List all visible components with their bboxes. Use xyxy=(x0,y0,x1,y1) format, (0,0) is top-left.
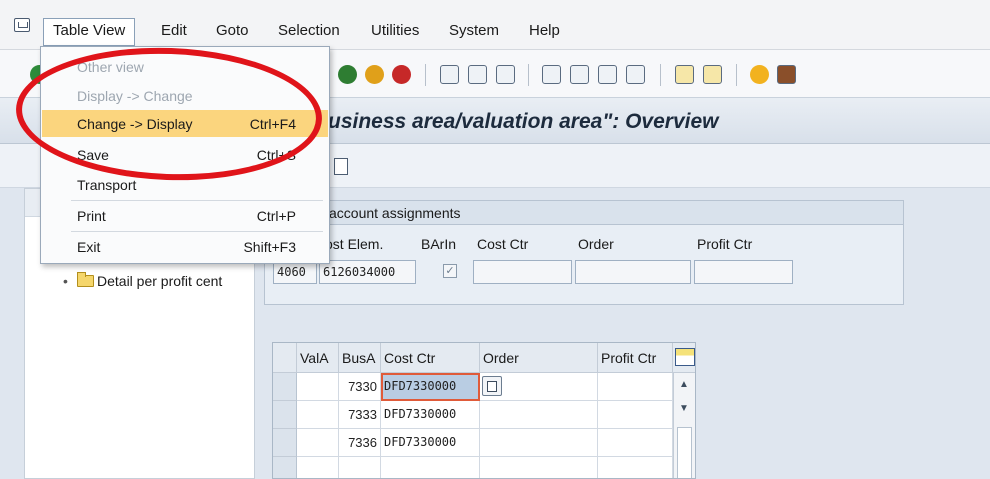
cost-center-field[interactable] xyxy=(473,260,572,284)
menu-item-exit[interactable]: Exit Shift+F3 xyxy=(42,233,328,260)
barin-label: BArIn xyxy=(421,236,457,252)
menu-system[interactable]: System xyxy=(449,22,499,39)
print-icon[interactable] xyxy=(440,65,459,84)
new-session-icon[interactable] xyxy=(675,65,694,84)
row-selector[interactable] xyxy=(273,373,297,401)
barin-checkbox[interactable]: ✓ xyxy=(443,264,457,278)
tree-bullet: • xyxy=(63,273,68,289)
table-cell-empty[interactable] xyxy=(339,457,381,478)
group-title-bar: account assignments xyxy=(265,201,903,225)
scroll-track[interactable] xyxy=(677,427,692,478)
toolbar-separator xyxy=(736,64,737,86)
table-cell-busa[interactable]: 7333 xyxy=(339,401,381,429)
column-header-order[interactable]: Order xyxy=(480,343,598,373)
layout-icon[interactable] xyxy=(777,65,796,84)
menu-item-shortcut: Shift+F3 xyxy=(243,239,296,255)
next-page-icon[interactable] xyxy=(598,65,617,84)
group-title: account assignments xyxy=(329,205,461,221)
table-cell-order[interactable] xyxy=(480,401,598,429)
table-settings-icon[interactable] xyxy=(675,348,695,366)
help-icon[interactable] xyxy=(750,65,769,84)
table-cell-profit-ctr[interactable] xyxy=(598,373,673,401)
shortcut-icon[interactable] xyxy=(703,65,722,84)
page-title: usiness area/valuation area": Overview xyxy=(328,110,719,133)
table-cell-empty[interactable] xyxy=(381,457,480,478)
menu-item-label: Exit xyxy=(77,239,101,255)
profit-center-field[interactable] xyxy=(694,260,793,284)
menu-selection[interactable]: Selection xyxy=(278,22,340,39)
previous-page-icon[interactable] xyxy=(570,65,589,84)
order-label: Order xyxy=(578,236,614,252)
table-cell-empty[interactable] xyxy=(480,457,598,478)
toolbar-separator xyxy=(425,64,426,86)
table-cell-profit-ctr[interactable] xyxy=(598,401,673,429)
find-icon[interactable] xyxy=(468,65,487,84)
table-cell-profit-ctr[interactable] xyxy=(598,429,673,457)
row-selector[interactable] xyxy=(273,457,297,478)
column-header-busa[interactable]: BusA xyxy=(339,343,381,373)
menu-item-print[interactable]: Print Ctrl+P xyxy=(42,202,328,229)
cost-element-field[interactable]: 6126034000 xyxy=(319,260,416,284)
table-cell-busa[interactable]: 7330 xyxy=(339,373,381,401)
table-cell-empty[interactable] xyxy=(598,457,673,478)
assignment-table: ValA BusA Cost Ctr Order Profit Ctr 7330… xyxy=(272,342,696,479)
folder-icon xyxy=(77,272,94,287)
table-cell-vala[interactable] xyxy=(297,401,339,429)
menu-bar: Table View Edit Goto Selection Utilities… xyxy=(0,0,990,50)
table-cell-busa[interactable]: 7336 xyxy=(339,429,381,457)
menu-item-label: Transport xyxy=(77,177,137,193)
scroll-down-icon[interactable]: ▼ xyxy=(679,403,689,414)
table-cell-empty[interactable] xyxy=(297,457,339,478)
cost-center-label: Cost Ctr xyxy=(477,236,529,252)
back-icon[interactable] xyxy=(338,65,357,84)
find-next-icon[interactable] xyxy=(496,65,515,84)
profit-center-label: Profit Ctr xyxy=(697,236,753,252)
table-vertical-scrollbar[interactable]: ▲ ▼ xyxy=(673,373,695,478)
menu-utilities[interactable]: Utilities xyxy=(371,22,419,39)
menu-edit[interactable]: Edit xyxy=(161,22,187,39)
column-header-profit-ctr[interactable]: Profit Ctr xyxy=(598,343,673,373)
table-cell-vala[interactable] xyxy=(297,429,339,457)
row-selector[interactable] xyxy=(273,429,297,457)
table-cell-cost-ctr[interactable]: DFD7330000 xyxy=(381,429,480,457)
table-settings-header xyxy=(673,343,695,373)
last-page-icon[interactable] xyxy=(626,65,645,84)
row-selector-header[interactable] xyxy=(273,343,297,373)
menu-help[interactable]: Help xyxy=(529,22,560,39)
column-header-vala[interactable]: ValA xyxy=(297,343,339,373)
table-cell-vala[interactable] xyxy=(297,373,339,401)
menu-item-shortcut: Ctrl+P xyxy=(256,208,296,224)
menu-table-view[interactable]: Table View xyxy=(43,18,136,46)
toolbar-separator xyxy=(660,64,661,86)
menu-item-label: Print xyxy=(77,208,106,224)
table-cell-order[interactable] xyxy=(480,429,598,457)
exit-icon[interactable] xyxy=(365,65,384,84)
tree-node-detail-per-profit-center[interactable]: • Detail per profit cent xyxy=(63,272,223,289)
document-icon[interactable] xyxy=(334,158,348,175)
value-help-button[interactable] xyxy=(482,376,502,396)
table-cell-cost-ctr[interactable]: DFD7330000 xyxy=(381,373,480,401)
menu-goto[interactable]: Goto xyxy=(216,22,249,39)
column-header-cost-ctr[interactable]: Cost Ctr xyxy=(381,343,480,373)
cancel-icon[interactable] xyxy=(392,65,411,84)
row-selector[interactable] xyxy=(273,401,297,429)
menu-separator xyxy=(71,200,323,201)
table-cell-cost-ctr[interactable]: DFD7330000 xyxy=(381,401,480,429)
toolbar-separator xyxy=(528,64,529,86)
tree-node-label: Detail per profit cent xyxy=(97,273,223,289)
scroll-up-icon[interactable]: ▲ xyxy=(679,379,689,390)
account-assignments-group: account assignments ost Elem. BArIn Cost… xyxy=(264,200,904,305)
order-field[interactable] xyxy=(575,260,691,284)
menu-separator xyxy=(71,231,323,232)
cost-element-label: ost Elem. xyxy=(325,236,384,252)
system-menu-icon[interactable] xyxy=(14,18,30,32)
first-page-icon[interactable] xyxy=(542,65,561,84)
